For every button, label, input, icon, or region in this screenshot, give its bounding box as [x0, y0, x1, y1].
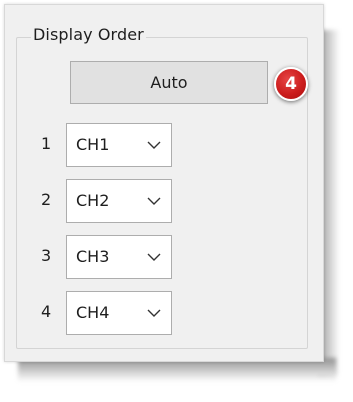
chevron-down-icon: [147, 197, 161, 205]
screenshot-stage: Display Order Auto 4 1 CH1 2 CH2 3 CH3 4…: [0, 0, 353, 402]
order-row-4: 4 CH4: [41, 291, 181, 335]
row-number: 3: [41, 246, 52, 265]
auto-button[interactable]: Auto: [70, 61, 268, 104]
order-row-3: 3 CH3: [41, 235, 181, 279]
order-row-2: 2 CH2: [41, 179, 181, 223]
channel-select-value: CH2: [76, 191, 110, 210]
row-number: 4: [41, 302, 52, 321]
channel-select-value: CH4: [76, 303, 110, 322]
row-number: 1: [41, 134, 52, 153]
callout-badge: 4: [274, 67, 308, 101]
group-title: Display Order: [31, 25, 146, 44]
channel-select-1[interactable]: CH1: [66, 123, 172, 167]
order-row-1: 1 CH1: [41, 123, 181, 167]
channel-select-value: CH1: [76, 135, 110, 154]
row-number: 2: [41, 190, 52, 209]
channel-select-value: CH3: [76, 247, 110, 266]
chevron-down-icon: [147, 253, 161, 261]
auto-button-label: Auto: [150, 73, 188, 92]
channel-select-4[interactable]: CH4: [66, 291, 172, 335]
chevron-down-icon: [147, 309, 161, 317]
channel-select-3[interactable]: CH3: [66, 235, 172, 279]
chevron-down-icon: [147, 141, 161, 149]
channel-select-2[interactable]: CH2: [66, 179, 172, 223]
settings-panel: Display Order Auto 4 1 CH1 2 CH2 3 CH3 4…: [4, 4, 324, 362]
callout-number: 4: [285, 74, 297, 94]
